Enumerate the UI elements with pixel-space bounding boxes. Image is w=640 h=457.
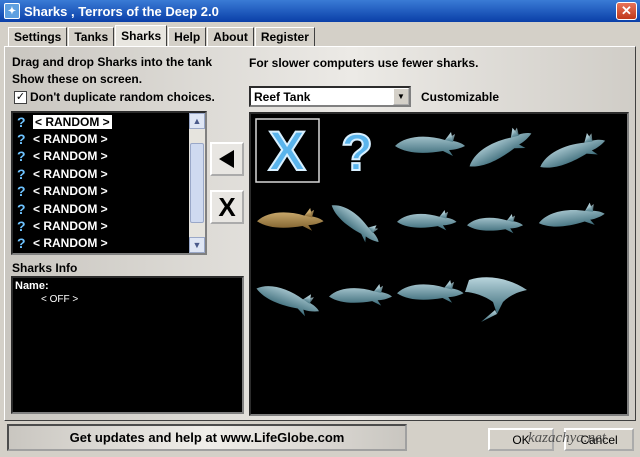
random-question-icon: ? — [17, 131, 26, 148]
list-item[interactable]: ? < RANDOM > — [13, 113, 205, 130]
sharks-info-heading: Sharks Info — [12, 261, 78, 275]
list-item[interactable]: ? < RANDOM > — [13, 130, 205, 147]
shark-icon[interactable] — [397, 280, 464, 303]
tank-select-value: Reef Tank — [254, 89, 311, 104]
list-item[interactable]: ? < RANDOM > — [13, 165, 205, 182]
random-question-icon: ? — [17, 183, 26, 200]
shark-icon[interactable] — [535, 127, 609, 177]
chevron-down-icon[interactable]: ▼ — [189, 237, 205, 253]
scroll-thumb[interactable] — [190, 143, 204, 223]
remove-shark-button[interactable]: X — [210, 190, 244, 224]
random-question-icon: ? — [17, 113, 26, 130]
updates-link[interactable]: Get updates and help at www.LifeGlobe.co… — [7, 424, 407, 451]
random-question-icon: ? — [17, 235, 26, 252]
shark-icon[interactable] — [397, 210, 457, 231]
list-item[interactable]: ? < RANDOM > — [13, 148, 205, 165]
random-question-icon: ? — [17, 218, 26, 235]
off-x-icon: X — [268, 119, 305, 182]
shark-icon[interactable] — [253, 276, 324, 321]
arrow-left-icon — [219, 150, 234, 168]
question-icon: ? — [341, 124, 373, 182]
tab-bar: Settings Tanks Sharks Help About Registe… — [8, 25, 316, 46]
slower-computers-hint: For slower computers use fewer sharks. — [249, 56, 479, 70]
shark-icon[interactable] — [329, 284, 392, 306]
no-duplicate-label: Don't duplicate random choices. — [30, 90, 215, 104]
chevron-up-icon[interactable]: ▲ — [189, 113, 205, 129]
tab-help[interactable]: Help — [168, 27, 207, 46]
list-item[interactable]: ? < RANDOM > — [13, 235, 205, 252]
check-icon: ✓ — [15, 91, 26, 103]
shark-icon[interactable] — [537, 200, 607, 233]
random-question-icon: ? — [17, 148, 26, 165]
off-tile[interactable]: X — [255, 118, 320, 183]
manta-ray-icon[interactable] — [465, 277, 527, 322]
random-tile[interactable]: ? — [340, 123, 374, 183]
tab-sharks[interactable]: Sharks — [115, 25, 168, 46]
tab-tanks[interactable]: Tanks — [68, 27, 115, 46]
instruction-show: Show these on screen. — [12, 72, 143, 86]
instruction-drag: Drag and drop Sharks into the tank — [12, 55, 213, 69]
shark-icon[interactable] — [395, 132, 465, 156]
info-name-label: Name: — [15, 280, 49, 292]
shark-tank[interactable]: X ? — [249, 112, 629, 416]
watermark-text: kazachya.net — [528, 430, 606, 446]
no-duplicate-checkbox[interactable]: ✓ — [14, 91, 27, 104]
tab-about[interactable]: About — [207, 27, 254, 46]
shark-icon[interactable] — [467, 214, 523, 234]
info-name-value: < OFF > — [41, 294, 79, 305]
updates-link-text: Get updates and help at www.LifeGlobe.co… — [69, 430, 345, 445]
tank-canvas: X ? — [253, 118, 609, 322]
list-item[interactable]: ? < RANDOM > — [13, 217, 205, 234]
add-shark-button[interactable] — [210, 142, 244, 176]
title-bar: ✦ Sharks , Terrors of the Deep 2.0 ✕ — [0, 0, 640, 22]
close-icon[interactable]: ✕ — [616, 2, 637, 20]
shark-list[interactable]: ? < RANDOM > ? < RANDOM > ? < RANDOM > ? < R… — [11, 111, 207, 255]
shark-icon[interactable] — [257, 208, 324, 231]
tab-settings[interactable]: Settings — [8, 27, 68, 46]
random-question-icon: ? — [17, 165, 26, 182]
tab-register[interactable]: Register — [254, 27, 315, 46]
sharks-info-box: Name: < OFF > — [11, 276, 244, 414]
random-question-icon: ? — [17, 200, 26, 217]
shark-icon[interactable] — [463, 121, 537, 176]
shark-icon[interactable] — [326, 196, 386, 249]
list-scrollbar[interactable]: ▲ ▼ — [189, 113, 205, 253]
list-item[interactable]: ? < RANDOM > — [13, 183, 205, 200]
customizable-label: Customizable — [421, 90, 500, 104]
window-title: Sharks , Terrors of the Deep 2.0 — [24, 3, 219, 19]
remove-x-icon: X — [218, 191, 236, 222]
list-item[interactable]: ? < RANDOM > — [13, 200, 205, 217]
tank-select[interactable]: Reef Tank ▼ — [249, 86, 411, 107]
app-icon: ✦ — [4, 3, 20, 19]
chevron-down-icon[interactable]: ▼ — [393, 88, 409, 105]
